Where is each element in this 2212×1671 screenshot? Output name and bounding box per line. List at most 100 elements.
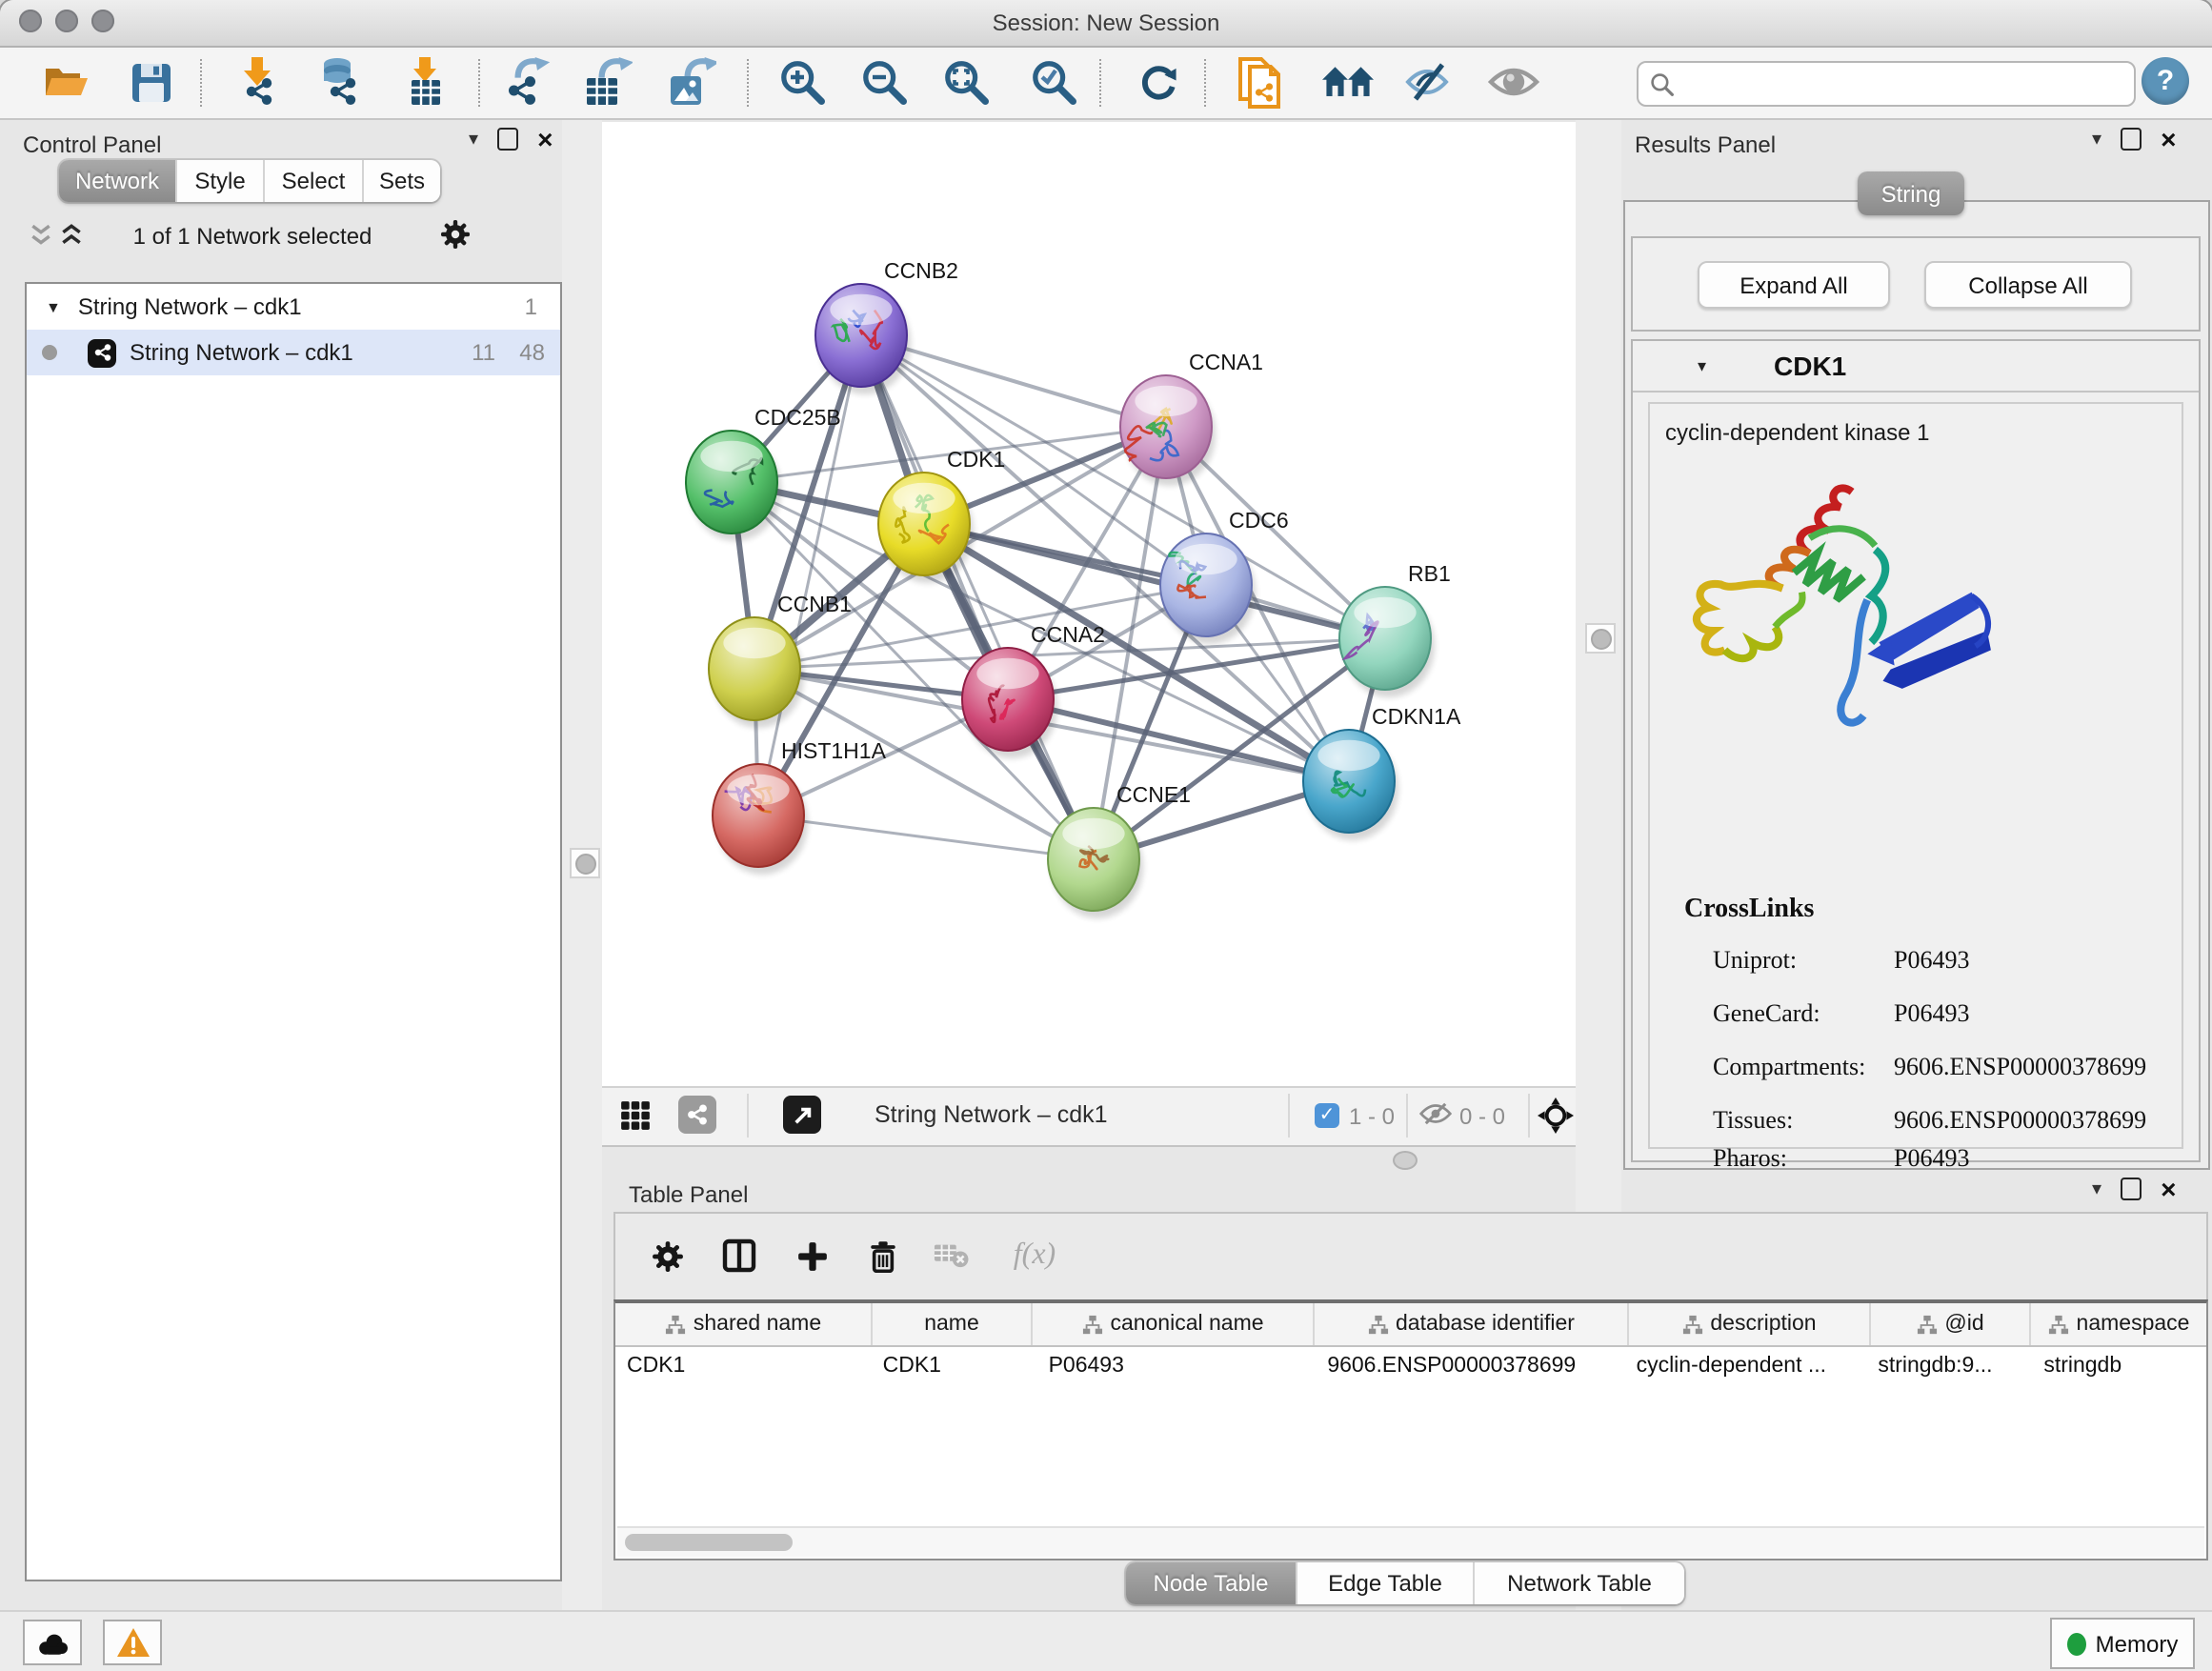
panel-close-icon[interactable]: × — [537, 130, 553, 149]
table-options-button[interactable] — [642, 1231, 692, 1280]
collapse-all-networks-button[interactable] — [29, 223, 53, 248]
function-builder-button-disabled[interactable]: f(x) — [1002, 1231, 1067, 1280]
table-row[interactable]: CDK1 CDK1 P06493 9606.ENSP00000378699 cy… — [615, 1347, 2206, 1391]
refresh-layout-button[interactable] — [1130, 53, 1187, 111]
tab-sets[interactable]: Sets — [362, 160, 440, 202]
column-header[interactable]: namespace — [2031, 1303, 2206, 1345]
panel-collapse-icon[interactable]: ▾ — [2092, 129, 2101, 150]
cell-name[interactable]: CDK1 — [864, 1347, 1030, 1391]
crosslink-link[interactable]: 9606.ENSP00000378699 — [1894, 1052, 2146, 1082]
node-HIST1H1A[interactable] — [713, 764, 808, 875]
node-CCNA2[interactable] — [962, 648, 1057, 758]
search-input[interactable] — [1682, 70, 2122, 97]
fit-content-button[interactable] — [1538, 1097, 1574, 1134]
home-button[interactable] — [1318, 53, 1376, 111]
cell-shared-name[interactable]: CDK1 — [615, 1347, 864, 1391]
panel-collapse-icon[interactable]: ▾ — [2092, 1178, 2101, 1199]
crosslink-link[interactable]: P06493 — [1894, 945, 1969, 976]
panel-close-icon[interactable]: × — [2161, 130, 2176, 149]
cloud-status-button[interactable] — [23, 1620, 82, 1665]
node-CCNE1[interactable] — [1048, 808, 1143, 918]
string-style-button[interactable] — [678, 1096, 716, 1134]
node-CDC25B[interactable] — [686, 431, 781, 541]
cell-database-identifier[interactable]: 9606.ENSP00000378699 — [1308, 1347, 1617, 1391]
panel-float-icon[interactable] — [497, 128, 518, 151]
node-CCNA1[interactable] — [1120, 375, 1216, 486]
column-header[interactable]: @id — [1871, 1303, 2031, 1345]
show-columns-button[interactable] — [714, 1231, 764, 1280]
show-all-button[interactable] — [1484, 53, 1541, 111]
right-splitter-handle[interactable] — [1585, 623, 1616, 654]
open-in-browser-button[interactable] — [783, 1096, 821, 1134]
delete-table-button-disabled[interactable] — [926, 1231, 975, 1280]
horizontal-splitter-handle[interactable] — [1393, 1151, 1418, 1170]
network-row-selected[interactable]: String Network – cdk1 11 48 — [27, 330, 560, 375]
crosslink-link[interactable]: P06493 — [1894, 1143, 1969, 1174]
save-session-button[interactable] — [122, 53, 179, 111]
zoom-in-button[interactable] — [774, 53, 831, 111]
panel-close-icon[interactable]: × — [2161, 1179, 2176, 1198]
cell-canonical-name[interactable]: P06493 — [1030, 1347, 1309, 1391]
node-CCNB2[interactable] — [815, 284, 911, 394]
help-button[interactable]: ? — [2142, 57, 2189, 105]
column-header[interactable]: canonical name — [1033, 1303, 1315, 1345]
column-header[interactable]: name — [873, 1303, 1033, 1345]
gene-section-header[interactable]: ▾ CDK1 — [1633, 341, 2199, 393]
expand-all-networks-button[interactable] — [59, 223, 84, 248]
birdseye-grid-button[interactable] — [619, 1099, 652, 1132]
network-collection-row[interactable]: ▼ String Network – cdk1 1 — [27, 284, 560, 330]
edge-CCNE1-HIST1H1A[interactable] — [758, 815, 1094, 859]
crosslink-link[interactable]: P06493 — [1894, 998, 1969, 1029]
node-CDK1[interactable] — [878, 473, 974, 583]
collapse-all-button[interactable]: Collapse All — [1924, 261, 2132, 309]
panel-collapse-icon[interactable]: ▾ — [469, 129, 478, 150]
tab-edge-table[interactable]: Edge Table — [1296, 1562, 1473, 1604]
results-tab-string[interactable]: String — [1858, 171, 1964, 215]
edge-CCNB2-CCNE1[interactable] — [861, 335, 1094, 859]
node-CDKN1A[interactable] — [1303, 730, 1398, 840]
cell-id[interactable]: stringdb:9... — [1859, 1347, 2024, 1391]
zoom-fit-button[interactable] — [937, 53, 995, 111]
node-RB1[interactable] — [1339, 587, 1435, 697]
hidden-toggle[interactable] — [1419, 1101, 1452, 1126]
tab-style[interactable]: Style — [175, 160, 263, 202]
cell-namespace[interactable]: stringdb — [2024, 1347, 2206, 1391]
open-session-button[interactable] — [38, 53, 95, 111]
zoom-selected-button[interactable] — [1025, 53, 1082, 111]
import-network-from-file-button[interactable] — [231, 53, 288, 111]
expand-all-button[interactable]: Expand All — [1698, 261, 1890, 309]
column-header[interactable]: database identifier — [1315, 1303, 1629, 1345]
network-canvas[interactable]: CCNB2CCNA1CDC25BCDK1CDC6RB1CCNB1CCNA2CDK… — [602, 122, 1576, 1086]
crosslink-link[interactable]: 9606.ENSP00000378699 — [1894, 1105, 2146, 1136]
selected-nodes-checkbox[interactable]: ✓ — [1315, 1103, 1339, 1128]
import-network-from-database-button[interactable] — [311, 53, 368, 111]
section-collapse-icon[interactable]: ▾ — [1698, 356, 1706, 377]
export-network-button[interactable] — [497, 53, 554, 111]
warnings-button[interactable] — [103, 1620, 162, 1665]
hide-selected-button[interactable] — [1400, 53, 1458, 111]
tab-network-table[interactable]: Network Table — [1473, 1562, 1684, 1604]
tab-network[interactable]: Network — [59, 160, 175, 202]
horizontal-scrollbar[interactable] — [617, 1526, 2204, 1557]
panel-float-icon[interactable] — [2121, 128, 2142, 151]
string-query-button[interactable] — [1233, 53, 1290, 111]
column-header[interactable]: shared name — [615, 1303, 873, 1345]
export-image-button[interactable] — [663, 53, 720, 111]
edge-CDK1-RB1[interactable] — [924, 524, 1385, 638]
export-table-button[interactable] — [579, 53, 636, 111]
node-CDC6[interactable] — [1160, 534, 1256, 644]
delete-column-button[interactable] — [857, 1231, 907, 1280]
zoom-out-button[interactable] — [855, 53, 913, 111]
panel-float-icon[interactable] — [2121, 1178, 2142, 1200]
create-column-button[interactable] — [787, 1231, 836, 1280]
tab-node-table[interactable]: Node Table — [1126, 1562, 1296, 1604]
tab-select[interactable]: Select — [263, 160, 362, 202]
import-table-from-file-button[interactable] — [398, 53, 455, 111]
network-options-button[interactable] — [440, 219, 471, 250]
cell-description[interactable]: cyclin-dependent ... — [1618, 1347, 1860, 1391]
left-splitter-handle[interactable] — [570, 848, 600, 878]
memory-button[interactable]: Memory — [2050, 1618, 2195, 1669]
tree-expanded-icon[interactable]: ▼ — [46, 298, 61, 315]
column-header[interactable]: description — [1629, 1303, 1871, 1345]
scrollbar-thumb[interactable] — [625, 1534, 793, 1551]
